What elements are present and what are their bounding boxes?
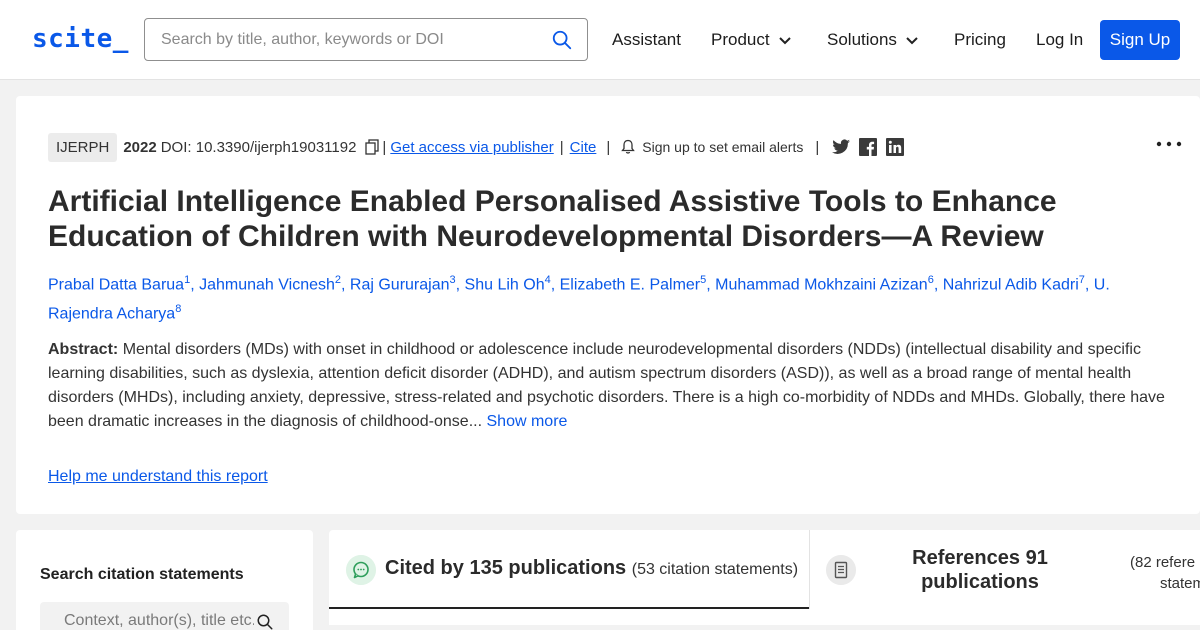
author-link[interactable]: Jahmunah Vicnesh [199, 276, 335, 293]
cited-by-count: Cited by 135 publications [385, 557, 627, 579]
author-separator: , [455, 276, 465, 294]
article-title: Artificial Intelligence Enabled Personal… [48, 185, 1057, 253]
article-meta: IJERPH 2022 DOI: 10.3390/ijerph19031192 … [48, 132, 912, 162]
search-icon[interactable] [256, 613, 274, 630]
tabs-bottom-rule [329, 625, 1200, 630]
email-alert-link[interactable]: Sign up to set email alerts [642, 139, 803, 155]
doi-text: DOI: 10.3390/ijerph19031192 [160, 138, 357, 156]
dots-icon [1156, 141, 1182, 147]
speech-bubble-icon [346, 555, 376, 585]
search-box[interactable] [144, 18, 588, 61]
separator: | [559, 138, 564, 156]
references-statements: (82 refere stateme [1130, 552, 1200, 594]
separator: | [606, 138, 611, 156]
facebook-icon[interactable] [858, 137, 878, 157]
article-card: IJERPH 2022 DOI: 10.3390/ijerph19031192 … [16, 96, 1200, 514]
author-separator: , [706, 276, 716, 294]
twitter-icon[interactable] [831, 137, 851, 157]
citation-search-input[interactable] [64, 612, 254, 630]
cited-by-statements: (53 citation statements) [631, 561, 799, 578]
references-count: References 91 publications [912, 547, 1048, 593]
abstract-text: Mental disorders (MDs) with onset in chi… [48, 341, 1165, 430]
author-link[interactable]: Raj Gururajan [350, 276, 450, 293]
signup-button[interactable]: Sign Up [1100, 20, 1180, 60]
author-separator: , [550, 276, 560, 294]
bell-icon[interactable] [620, 139, 636, 155]
author-link[interactable]: Elizabeth E. Palmer [560, 276, 701, 293]
copy-icon[interactable] [364, 139, 380, 155]
more-options-icon[interactable] [1156, 128, 1182, 154]
help-understand-link[interactable]: Help me understand this report [48, 468, 268, 486]
author-link[interactable]: Nahrizul Adib Kadri [943, 276, 1079, 293]
nav-solutions[interactable]: Solutions [827, 30, 919, 50]
search-icon[interactable] [551, 29, 573, 51]
author-separator: , [933, 276, 943, 294]
author-link[interactable]: Shu Lih Oh [465, 276, 545, 293]
get-access-link[interactable]: Get access via publisher [390, 139, 553, 156]
publication-year: 2022 [123, 138, 157, 156]
author-link[interactable]: Muhammad Mokhzaini Azizan [715, 276, 928, 293]
author-separator: , [190, 276, 200, 294]
author-separator: , [1084, 276, 1094, 294]
citation-search-title: Search citation statements [40, 566, 244, 583]
show-more-link[interactable]: Show more [487, 413, 568, 430]
search-input[interactable] [161, 29, 541, 51]
scite-logo[interactable]: scite_ [32, 24, 129, 54]
login-link[interactable]: Log In [1036, 30, 1083, 50]
nav-product-label: Product [711, 30, 770, 49]
author-link[interactable]: Prabal Datta Barua [48, 276, 184, 293]
separator: | [382, 138, 387, 156]
nav-assistant[interactable]: Assistant [612, 30, 681, 50]
nav-solutions-label: Solutions [827, 30, 897, 49]
references-statements-line1: (82 refere [1130, 554, 1196, 571]
linkedin-icon[interactable] [885, 137, 905, 157]
references-statements-line2: stateme [1160, 575, 1200, 592]
cite-link[interactable]: Cite [570, 139, 597, 156]
author-separator: , [341, 276, 350, 294]
citation-tabs: Cited by 135 publications (53 citation s… [329, 530, 1200, 630]
top-header: scite_ Assistant Product Solutions Prici… [0, 0, 1200, 80]
chevron-down-icon [906, 36, 918, 44]
cited-by-label: Cited by 135 publications (53 citation s… [385, 557, 798, 580]
journal-badge[interactable]: IJERPH [48, 132, 118, 162]
tab-references[interactable]: References 91 publications (82 refere st… [810, 530, 1200, 609]
tab-cited-by[interactable]: Cited by 135 publications (53 citation s… [329, 530, 809, 609]
nav-pricing[interactable]: Pricing [954, 30, 1006, 50]
citation-search-panel: Search citation statements [16, 530, 313, 630]
abstract-label: Abstract: [48, 341, 119, 358]
separator: | [815, 138, 820, 156]
chevron-down-icon [778, 36, 791, 44]
document-icon [826, 555, 856, 585]
citation-search-box[interactable] [40, 602, 289, 630]
abstract: Abstract: Mental disorders (MDs) with on… [48, 338, 1168, 434]
author-affiliation-number: 8 [175, 303, 182, 316]
author-list: Prabal Datta Barua1, Jahmunah Vicnesh2, … [48, 268, 1148, 327]
nav-product[interactable]: Product [711, 30, 792, 50]
